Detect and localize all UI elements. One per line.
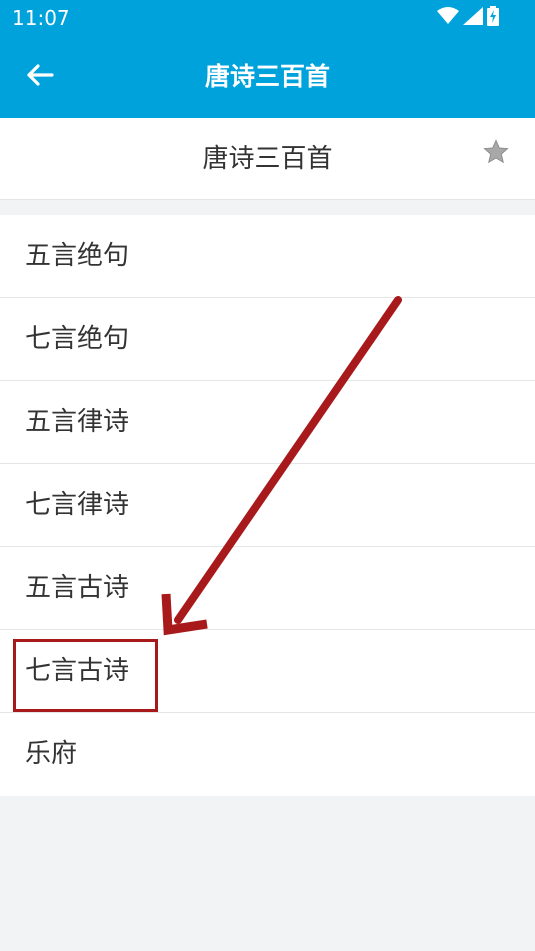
status-icons [437,5,499,31]
list-item-yuefu[interactable]: 乐府 [0,713,535,796]
list-item-label: 五言绝句 [25,241,130,271]
highlight-box [13,639,158,712]
list-item-qiyan-lvshi[interactable]: 七言律诗 [0,464,535,547]
list-item-wuyan-lvshi[interactable]: 五言律诗 [0,381,535,464]
app-bar: 唐诗三百首 [0,36,535,118]
star-icon [483,139,509,169]
list-item-label: 乐府 [25,739,78,769]
collection-header: 唐诗三百首 [0,118,535,200]
signal-icon [463,7,483,29]
list-item-label: 五言律诗 [25,407,130,437]
status-bar: 11:07 [0,0,535,36]
wifi-icon [437,7,459,29]
list-item-label: 五言古诗 [25,573,130,603]
list-item-label: 七言律诗 [25,490,130,520]
battery-charging-icon [487,6,499,30]
app-title: 唐诗三百首 [204,62,330,91]
status-time: 11:07 [12,6,70,30]
favorite-button[interactable] [480,138,512,170]
list-item-label: 七言绝句 [25,324,130,354]
list-item-qiyan-jueju[interactable]: 七言绝句 [0,298,535,381]
list-item-wuyan-jueju[interactable]: 五言绝句 [0,215,535,298]
collection-title: 唐诗三百首 [202,144,333,174]
list-item-wuyan-gushi[interactable]: 五言古诗 [0,547,535,630]
